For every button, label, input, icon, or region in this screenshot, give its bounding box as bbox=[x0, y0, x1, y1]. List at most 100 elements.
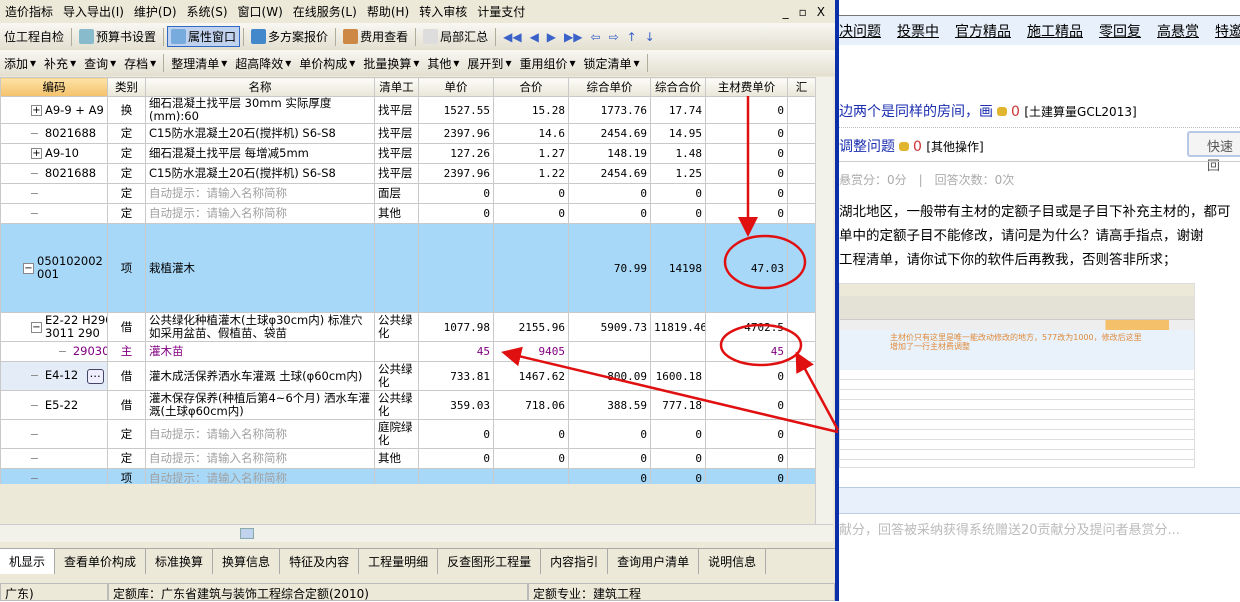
summary-cell[interactable] bbox=[787, 96, 815, 124]
price-cell[interactable]: 0 bbox=[418, 183, 494, 204]
tab-6[interactable]: 反查图形工程量 bbox=[438, 549, 542, 574]
toolbar-dropdown[interactable]: 添加 ▾ bbox=[0, 55, 40, 72]
type-cell[interactable]: 项 bbox=[107, 468, 146, 484]
total-cell[interactable]: 0 bbox=[493, 448, 569, 469]
collapse-icon[interactable]: − bbox=[31, 321, 42, 333]
forum-nav-link[interactable]: 零回复 bbox=[1099, 21, 1141, 41]
cprice-cell[interactable]: 0 bbox=[568, 468, 651, 484]
main-cell[interactable]: 0 bbox=[705, 143, 788, 164]
table-row[interactable]: — 定自动提示：请输入名称简称 面层 0 0 0 0 0 bbox=[0, 183, 815, 204]
unit-cell[interactable]: 面层 bbox=[374, 183, 419, 204]
forum-nav-link[interactable]: 决问题 bbox=[839, 21, 881, 41]
price-cell[interactable]: 2397.96 bbox=[418, 163, 494, 184]
code-cell[interactable]: — E5-22 bbox=[0, 390, 108, 420]
main-cell[interactable]: 0 bbox=[705, 468, 788, 484]
price-cell[interactable]: 2397.96 bbox=[418, 123, 494, 144]
total-cell[interactable] bbox=[493, 223, 569, 313]
cprice-cell[interactable]: 70.99 bbox=[568, 223, 651, 313]
code-cell[interactable]: — bbox=[0, 448, 108, 469]
toolbar-button[interactable]: 局部汇总 bbox=[419, 28, 492, 45]
total-cell[interactable]: 9405 bbox=[493, 341, 569, 362]
total-cell[interactable]: 0 bbox=[493, 419, 569, 449]
total-cell[interactable]: 0 bbox=[493, 203, 569, 224]
toolbar-dropdown[interactable]: 超高降效 ▾ bbox=[231, 55, 295, 72]
ctotal-cell[interactable]: 1.25 bbox=[650, 163, 706, 184]
price-cell[interactable]: 1077.98 bbox=[418, 312, 494, 342]
ctotal-cell[interactable]: 11819.46 bbox=[650, 312, 706, 342]
ctotal-cell[interactable]: 0 bbox=[650, 203, 706, 224]
menu-item[interactable]: 在线服务(L) bbox=[288, 3, 362, 20]
cprice-cell[interactable]: 800.09 bbox=[568, 361, 651, 391]
type-cell[interactable]: 项 bbox=[107, 223, 146, 313]
summary-cell[interactable] bbox=[787, 203, 815, 224]
main-cell[interactable]: 0 bbox=[705, 448, 788, 469]
quick-reply-button[interactable]: 快速回 bbox=[1187, 131, 1240, 174]
main-cell[interactable]: 4702.5 bbox=[705, 312, 788, 342]
toolbar-dropdown[interactable]: 单价构成 ▾ bbox=[295, 55, 359, 72]
code-cell[interactable]: + A9-9 + A9 bbox=[0, 96, 108, 124]
total-cell[interactable]: 2155.96 bbox=[493, 312, 569, 342]
main-cell[interactable]: 0 bbox=[705, 203, 788, 224]
tab-0[interactable]: 机显示 bbox=[0, 549, 56, 574]
question-item[interactable]: 调整问题 0 [其他操作] bbox=[839, 136, 984, 156]
toolbar-button[interactable]: 费用查看 bbox=[339, 28, 412, 45]
cprice-cell[interactable]: 1773.76 bbox=[568, 96, 651, 124]
unit-cell[interactable] bbox=[374, 468, 419, 484]
type-cell[interactable]: 定 bbox=[107, 143, 146, 164]
forum-nav-link[interactable]: 投票中 bbox=[897, 21, 939, 41]
main-cell[interactable]: 0 bbox=[705, 96, 788, 124]
tab-8[interactable]: 查询用户清单 bbox=[608, 549, 700, 574]
type-cell[interactable]: 借 bbox=[107, 312, 146, 342]
column-header[interactable]: 单价 bbox=[418, 77, 494, 97]
column-header[interactable]: 合价 bbox=[493, 77, 569, 97]
price-cell[interactable]: 359.03 bbox=[418, 390, 494, 420]
close-button[interactable]: X bbox=[812, 5, 830, 19]
code-cell[interactable]: — bbox=[0, 419, 108, 449]
name-cell[interactable]: C15防水混凝土20石(搅拌机) S6-S8 bbox=[145, 163, 375, 184]
table-row[interactable]: — 8021688 定 C15防水混凝土20石(搅拌机) S6-S8 找平层 2397.… bbox=[0, 123, 815, 144]
summary-cell[interactable] bbox=[787, 468, 815, 484]
column-header[interactable]: 清单工 bbox=[374, 77, 419, 97]
reply-box[interactable] bbox=[839, 487, 1240, 514]
name-cell[interactable]: 灌木保存保养(种植后第4~6个月) 洒水车灌溉(土球φ60cm内) bbox=[145, 390, 375, 420]
type-cell[interactable]: 定 bbox=[107, 183, 146, 204]
unit-cell[interactable]: 其他 bbox=[374, 203, 419, 224]
menu-item[interactable]: 系统(S) bbox=[182, 3, 233, 20]
column-header[interactable]: 汇 bbox=[787, 77, 815, 97]
toolbar-dropdown[interactable]: 整理清单 ▾ bbox=[167, 55, 231, 72]
code-cell[interactable]: — 8021688 bbox=[0, 163, 108, 184]
restore-button[interactable]: ▫ bbox=[794, 5, 812, 19]
vertical-scrollbar[interactable] bbox=[815, 77, 833, 524]
cprice-cell[interactable]: 2454.69 bbox=[568, 123, 651, 144]
tab-7[interactable]: 内容指引 bbox=[541, 549, 609, 574]
name-cell[interactable]: 自动提示：请输入名称简称 bbox=[145, 183, 375, 204]
summary-cell[interactable] bbox=[787, 123, 815, 144]
nav-arrow-icon[interactable]: ◀ bbox=[526, 30, 543, 44]
total-cell[interactable]: 1467.62 bbox=[493, 361, 569, 391]
name-cell[interactable]: 细石混凝土找平层 每增减5mm bbox=[145, 143, 375, 164]
summary-cell[interactable] bbox=[787, 448, 815, 469]
price-cell[interactable]: 45 bbox=[418, 341, 494, 362]
toolbar-button[interactable]: 预算书设置 bbox=[75, 28, 160, 45]
scroll-thumb[interactable] bbox=[240, 528, 254, 539]
cprice-cell[interactable] bbox=[568, 341, 651, 362]
ctotal-cell[interactable] bbox=[650, 341, 706, 362]
minimize-button[interactable]: _ bbox=[778, 5, 794, 19]
unit-cell[interactable]: 找平层 bbox=[374, 163, 419, 184]
menu-item[interactable]: 造价指标 bbox=[0, 3, 58, 20]
expand-icon[interactable]: + bbox=[31, 104, 42, 116]
total-cell[interactable]: 718.06 bbox=[493, 390, 569, 420]
name-cell[interactable]: 自动提示：请输入名称简称 bbox=[145, 419, 375, 449]
total-cell[interactable]: 14.6 bbox=[493, 123, 569, 144]
toolbar-dropdown[interactable]: 补充 ▾ bbox=[40, 55, 80, 72]
name-cell[interactable]: 自动提示：请输入名称简称 bbox=[145, 448, 375, 469]
ctotal-cell[interactable]: 17.74 bbox=[650, 96, 706, 124]
type-cell[interactable]: 定 bbox=[107, 163, 146, 184]
unit-cell[interactable]: 找平层 bbox=[374, 123, 419, 144]
code-cell[interactable]: −050102002001 bbox=[0, 223, 108, 313]
menu-item[interactable]: 维护(D) bbox=[129, 3, 182, 20]
table-row[interactable]: — 2903011主灌木苗45940545 bbox=[0, 341, 815, 362]
toolbar-dropdown[interactable]: 批量换算 ▾ bbox=[359, 55, 423, 72]
ctotal-cell[interactable]: 0 bbox=[650, 448, 706, 469]
nav-arrow-icon[interactable]: ▶▶ bbox=[560, 30, 586, 44]
